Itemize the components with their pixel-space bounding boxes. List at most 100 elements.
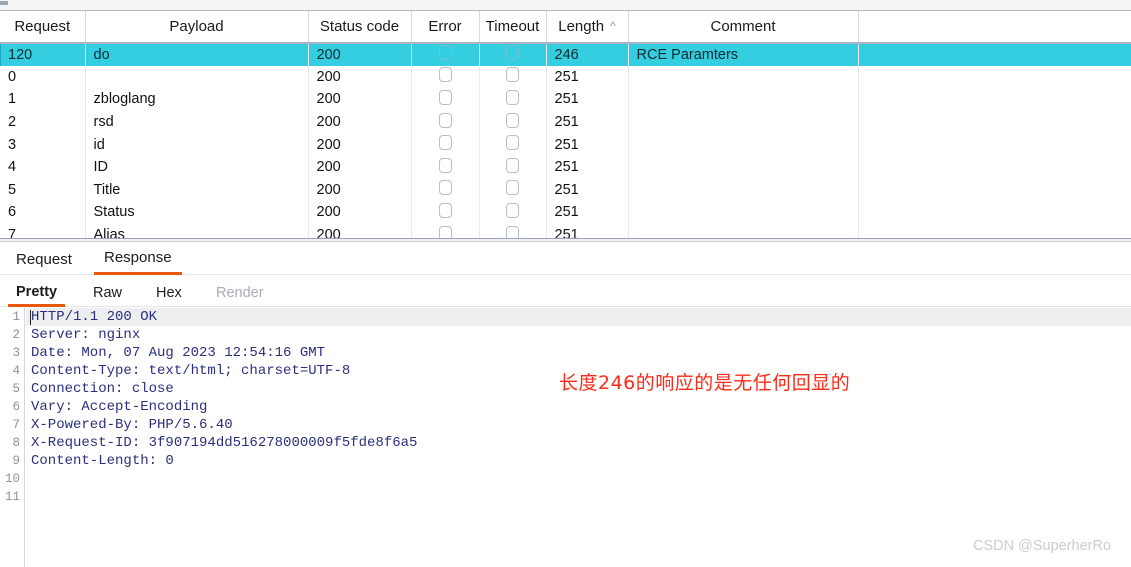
cell-request: 1 [0,88,86,111]
cell-length: 251 [546,65,629,89]
cell-request: 2 [0,110,86,134]
cell-filler [858,111,1131,134]
cell-error [411,88,480,111]
code-line: Server: nginx [31,327,141,343]
panel-splitter[interactable] [0,238,1131,242]
line-number: 4 [12,364,20,378]
cell-timeout [479,65,547,89]
message-tab-bar: Request Response [0,243,1131,275]
cell-filler [858,88,1131,111]
table-row[interactable]: 3 id 200 251 [0,133,1131,156]
results-table: Request Payload Status code Error Timeou… [0,11,1131,240]
column-header-payload[interactable]: Payload [85,11,309,44]
response-editor[interactable]: 1 2 3 4 5 6 7 8 9 10 11 HTTP/1.1 200 OK Server: ngi… [0,308,1131,567]
column-header-filler [858,11,1131,44]
error-checkbox[interactable] [438,202,452,218]
column-header-status-code[interactable]: Status code [308,11,412,44]
table-row[interactable]: 120 do 200 246 RCE Paramters [0,43,1131,66]
timeout-checkbox[interactable] [506,45,519,61]
timeout-checkbox[interactable] [506,67,519,83]
cell-status-code: 200 [308,155,412,179]
cell-payload: rsd [85,110,309,134]
column-header-request[interactable]: Request [0,11,86,44]
cell-payload: do [85,43,309,66]
cell-timeout [479,43,547,66]
timeout-checkbox[interactable] [506,157,519,173]
cell-length: 251 [546,88,629,111]
table-row[interactable]: 6 Status 200 251 [0,201,1131,224]
cell-status-code: 200 [308,43,412,66]
cell-request: 0 [0,65,86,89]
cell-request: 5 [0,178,86,202]
timeout-checkbox[interactable] [506,202,519,218]
cell-filler [858,156,1131,179]
horizontal-scrollbar-thumb[interactable] [0,1,8,5]
table-row[interactable]: 4 ID 200 251 [0,155,1131,179]
cell-comment [628,65,859,89]
cell-filler [858,201,1131,224]
code-line: HTTP/1.1 200 OK [26,308,1131,326]
cell-comment [628,178,859,202]
response-code-area[interactable]: HTTP/1.1 200 OK Server: nginx Date: Mon, 0… [26,308,1131,567]
cell-error [411,201,480,224]
view-tab-bar: Pretty Raw Hex Render [0,279,1131,307]
tab-response[interactable]: Response [94,243,182,275]
cell-length: 251 [546,201,629,224]
line-number: 8 [12,436,20,450]
error-checkbox[interactable] [438,112,452,128]
cell-timeout [479,110,547,134]
cell-error [411,133,480,156]
timeout-checkbox[interactable] [506,135,519,151]
cell-status-code: 200 [308,178,412,202]
table-row[interactable]: 5 Title 200 251 [0,178,1131,202]
watermark: CSDN @SuperherRo [973,538,1112,554]
column-header-length[interactable]: Length ^ [546,11,629,44]
table-row[interactable]: 1 zbloglang 200 251 [0,88,1131,111]
cell-length: 251 [546,155,629,179]
cell-comment [628,133,859,156]
cell-request: 3 [0,133,86,156]
cell-comment [628,110,859,134]
code-line: X-Request-ID: 3f907194dd516278000009f5fd… [31,435,418,451]
tab-hex[interactable]: Hex [148,279,190,307]
code-line: X-Powered-By: PHP/5.6.40 [31,417,233,433]
error-checkbox[interactable] [438,45,452,61]
code-line: Vary: Accept-Encoding [31,399,208,415]
cell-filler [858,179,1131,202]
column-header-comment[interactable]: Comment [628,11,859,44]
results-table-header: Request Payload Status code Error Timeou… [0,11,1131,44]
cell-comment [628,88,859,111]
table-row[interactable]: 0 200 251 [0,65,1131,89]
error-checkbox[interactable] [438,157,452,173]
timeout-checkbox[interactable] [506,112,519,128]
error-checkbox[interactable] [438,180,452,196]
line-number: 2 [12,328,20,342]
tab-request[interactable]: Request [6,243,82,275]
timeout-checkbox[interactable] [506,180,519,196]
cell-length: 251 [546,110,629,134]
table-header-row: Request Payload Status code Error Timeou… [0,11,1131,44]
line-number: 7 [12,418,20,432]
timeout-checkbox[interactable] [506,89,519,105]
attack-results-panel: Request Payload Status code Error Timeou… [0,11,1131,240]
error-checkbox[interactable] [438,89,452,105]
cell-timeout [479,88,547,111]
tab-raw[interactable]: Raw [85,279,130,307]
error-checkbox[interactable] [438,135,452,151]
cell-error [411,43,480,66]
column-header-error[interactable]: Error [411,11,480,44]
cell-payload: id [85,133,309,156]
error-checkbox[interactable] [438,67,452,83]
line-number: 3 [12,346,20,360]
tab-render[interactable]: Render [208,279,272,307]
line-number-gutter: 1 2 3 4 5 6 7 8 9 10 11 [0,308,25,567]
cell-request: 120 [0,43,86,66]
cell-payload [85,65,309,89]
cell-filler [858,133,1131,156]
tab-pretty[interactable]: Pretty [8,279,66,307]
cell-payload: zbloglang [85,88,309,111]
cell-length: 251 [546,133,629,156]
table-row[interactable]: 2 rsd 200 251 [0,110,1131,134]
line-number: 9 [12,454,20,468]
column-header-timeout[interactable]: Timeout [479,11,547,44]
